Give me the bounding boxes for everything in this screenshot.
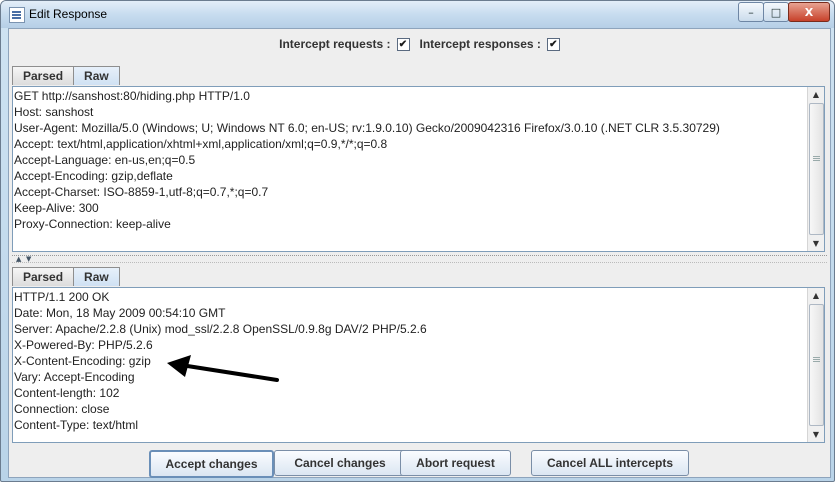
window-title: Edit Response [29,7,108,21]
request-lines: GET http://sanshost:80/hiding.php HTTP/1… [14,88,807,251]
request-line: GET http://sanshost:80/hiding.php HTTP/1… [14,89,250,103]
intercept-responses-checkbox[interactable]: ✔ [546,37,560,51]
title-bar[interactable]: Edit Response – □ X [1,1,834,28]
request-line: Proxy-Connection: keep-alive [14,217,171,231]
response-line: Server: Apache/2.2.8 (Unix) mod_ssl/2.2.… [14,322,427,336]
response-tabs: Parsed Raw [12,267,120,287]
abort-request-button[interactable]: Abort request [400,450,511,476]
request-line: Accept-Language: en-us,en;q=0.5 [14,153,196,167]
cancel-all-intercepts-button[interactable]: Cancel ALL intercepts [531,450,689,476]
intercept-responses-label: Intercept responses : [419,37,541,51]
scroll-up-arrow-icon[interactable]: ▲ [808,288,824,303]
response-tab-parsed[interactable]: Parsed [12,267,75,286]
request-line: User-Agent: Mozilla/5.0 (Windows; U; Win… [14,121,720,135]
request-scroll-thumb[interactable] [809,103,824,235]
response-tab-raw[interactable]: Raw [73,267,120,286]
response-text-area[interactable]: HTTP/1.1 200 OK Date: Mon, 18 May 2009 00… [12,287,825,443]
intercept-requests-checkbox[interactable]: ✔ [396,37,410,51]
request-tab-parsed[interactable]: Parsed [12,66,75,85]
scroll-up-arrow-icon[interactable]: ▲ [808,87,824,102]
request-line: Keep-Alive: 300 [14,201,99,215]
request-line: Host: sanshost [14,105,94,119]
arrow-icon [167,355,279,382]
response-scrollbar[interactable]: ▲ ▼ [807,288,824,442]
response-line: Vary: Accept-Encoding [14,370,135,384]
scroll-down-arrow-icon[interactable]: ▼ [808,427,824,442]
response-line: Connection: close [14,402,110,416]
request-tabs: Parsed Raw [12,66,120,86]
collapse-up-icon[interactable]: ▲ [16,256,21,263]
intercept-options: Intercept requests : ✔ Intercept respons… [9,29,830,59]
dialog-content: Intercept requests : ✔ Intercept respons… [8,28,831,478]
response-line: HTTP/1.1 200 OK [14,290,110,304]
edit-response-window: Edit Response – □ X Intercept requests :… [0,0,835,482]
request-tab-raw[interactable]: Raw [73,66,120,85]
request-line: Accept-Encoding: gzip,deflate [14,169,173,183]
accept-changes-button[interactable]: Accept changes [149,450,274,478]
scroll-down-arrow-icon[interactable]: ▼ [808,236,824,251]
request-line: Accept-Charset: ISO-8859-1,utf-8;q=0.7,*… [14,185,269,199]
request-line: Accept: text/html,application/xhtml+xml,… [14,137,388,151]
response-line: X-Content-Encoding: gzip [14,354,151,368]
collapse-down-icon[interactable]: ▼ [26,256,31,263]
intercept-requests-option[interactable]: Intercept requests : ✔ [279,37,410,51]
response-line: Content-length: 102 [14,386,120,400]
response-lines: HTTP/1.1 200 OK Date: Mon, 18 May 2009 00… [14,289,807,442]
response-pane: Parsed Raw HTTP/1.1 200 OK Date: Mon, 18 … [12,267,825,444]
response-line: Content-Type: text/html [14,418,139,432]
button-bar: Accept changes Cancel changes Abort requ… [9,449,830,478]
response-scroll-thumb[interactable] [809,304,824,426]
request-pane: Parsed Raw GET http://sanshost:80/hiding… [12,66,825,253]
intercept-responses-option[interactable]: Intercept responses : ✔ [420,37,560,51]
response-line: X-Powered-By: PHP/5.2.6 [14,338,153,352]
split-pane-divider[interactable]: ▲ ▼ [12,255,827,263]
response-line: Date: Mon, 18 May 2009 00:54:10 GMT [14,306,226,320]
window-icon [9,7,25,23]
close-button[interactable]: X [788,2,830,22]
intercept-requests-label: Intercept requests : [279,37,391,51]
minimize-button[interactable]: – [738,2,764,22]
maximize-button[interactable]: □ [763,2,789,22]
cancel-changes-button[interactable]: Cancel changes [274,450,406,476]
request-text-area[interactable]: GET http://sanshost:80/hiding.php HTTP/1… [12,86,825,252]
request-scrollbar[interactable]: ▲ ▼ [807,87,824,251]
